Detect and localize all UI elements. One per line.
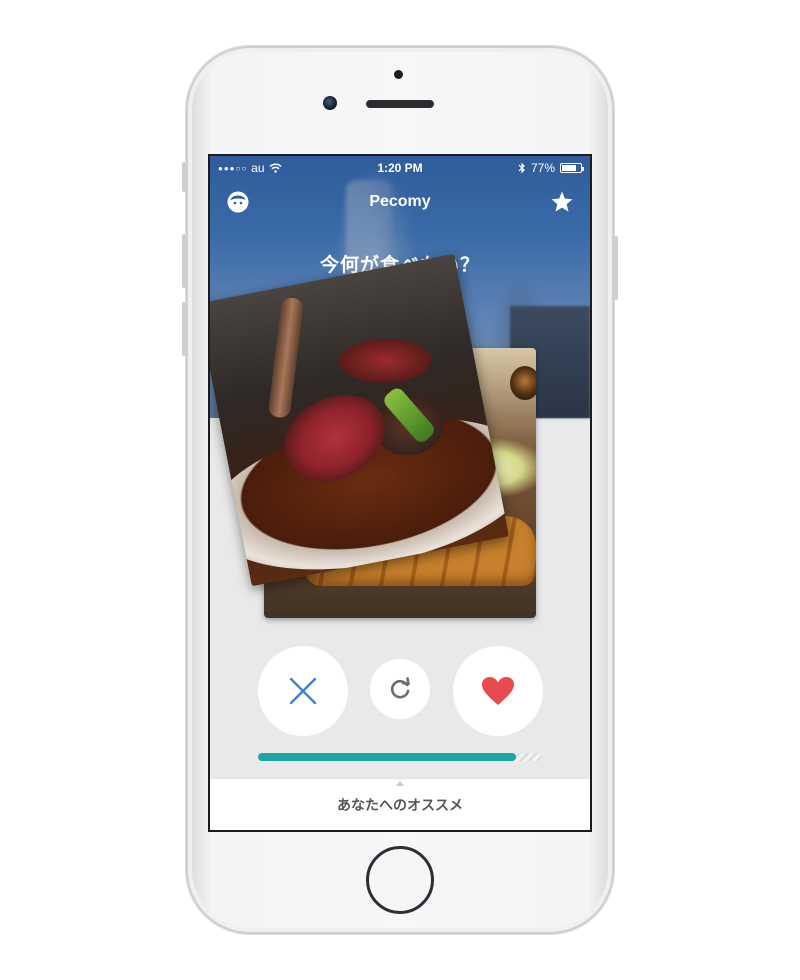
battery-percent: 77%	[530, 161, 555, 175]
progress-fill	[258, 753, 517, 761]
like-button[interactable]	[453, 646, 543, 736]
battery-icon	[560, 163, 584, 173]
bluetooth-icon	[518, 162, 525, 174]
refresh-icon	[390, 677, 410, 699]
meat-slice	[338, 337, 432, 384]
progress-bar	[258, 753, 542, 761]
heart-icon	[482, 677, 514, 705]
proximity-sensor	[394, 70, 403, 79]
recommendations-label: あなたへのオススメ	[337, 798, 463, 814]
app-screen: ●●●○○ au 1:20 PM 77% Pecomy 今何が食べ	[208, 154, 592, 832]
volume-up-button	[182, 234, 186, 288]
status-bar: ●●●○○ au 1:20 PM 77%	[210, 156, 590, 180]
star-icon[interactable]	[550, 190, 574, 214]
earpiece-speaker	[366, 100, 434, 108]
refresh-button[interactable]	[370, 659, 430, 719]
bone	[267, 296, 305, 419]
app-title: Pecomy	[369, 193, 431, 210]
caret-up-icon	[396, 781, 404, 786]
miso-bowl	[510, 366, 536, 400]
power-button	[614, 236, 618, 300]
x-icon	[289, 677, 317, 705]
recommendations-tab[interactable]: あなたへのオススメ	[210, 778, 590, 830]
home-button[interactable]	[366, 846, 434, 914]
nope-button[interactable]	[258, 646, 348, 736]
mute-switch	[182, 162, 186, 192]
battery-level	[562, 165, 576, 171]
front-camera	[323, 96, 337, 110]
volume-down-button	[182, 302, 186, 356]
